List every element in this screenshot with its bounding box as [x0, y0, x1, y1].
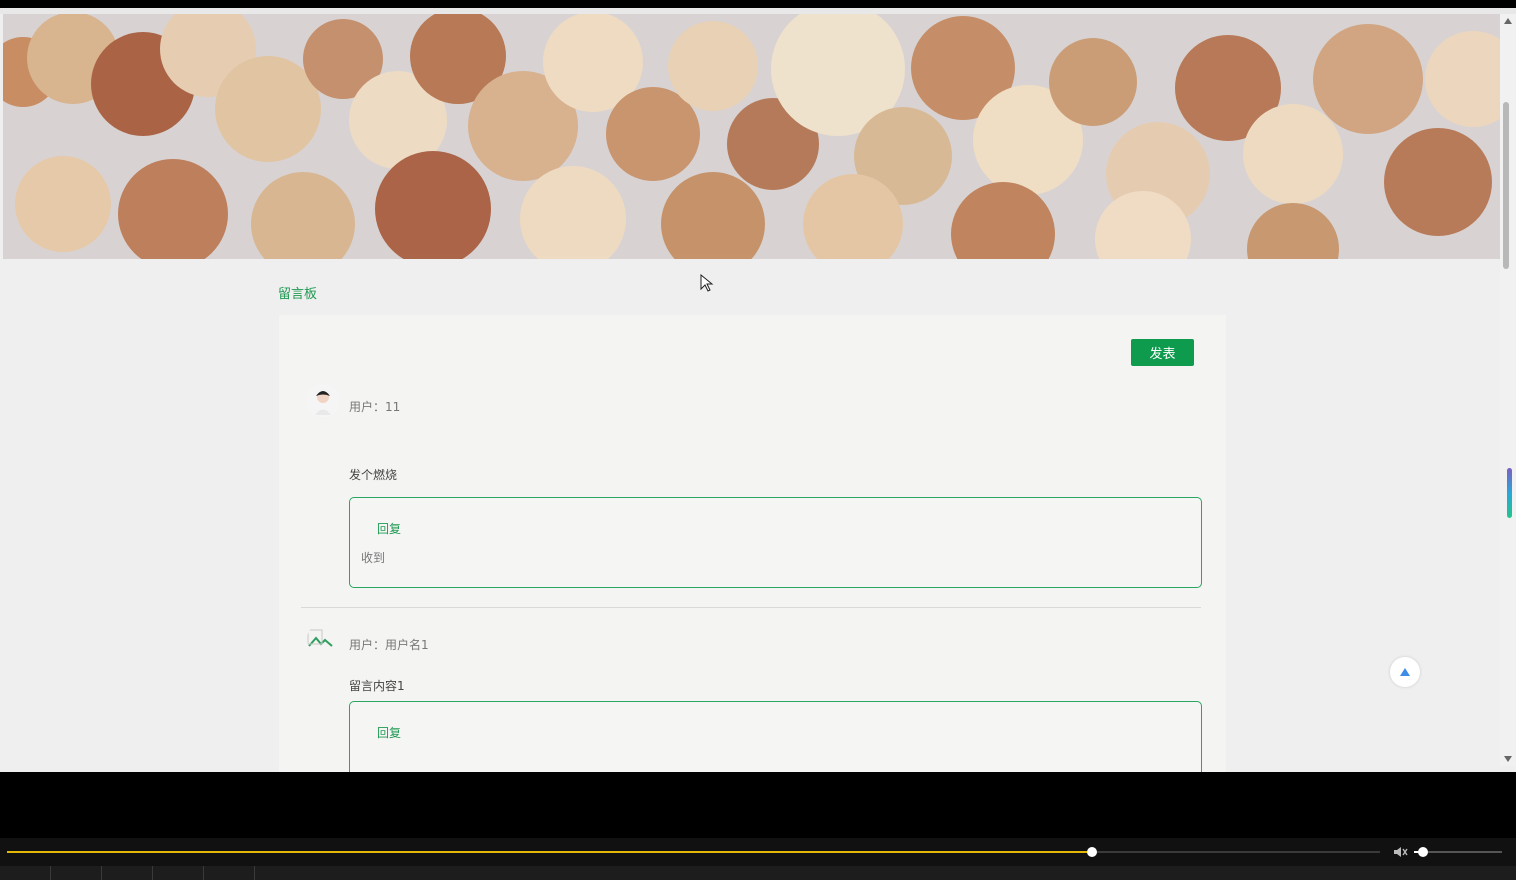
- taskbar-segment[interactable]: [203, 866, 255, 880]
- message-board-panel: 发表 用户：11 发个燃烧 回复 收到 用户：用户名1 留言内容1 回复: [279, 315, 1226, 772]
- reply-box: 回复 收到: [349, 497, 1202, 588]
- page-heading-message-board[interactable]: 留言板: [278, 283, 317, 302]
- herbal-slices-banner: [3, 14, 1500, 259]
- user-avatar-broken-image: [307, 623, 339, 655]
- message-text: 发个燃烧: [349, 468, 398, 482]
- username-label: 用户：用户名1: [349, 638, 429, 652]
- message-divider: [301, 607, 1201, 608]
- scrollbar-thumb[interactable]: [1503, 102, 1509, 269]
- video-player-controls: [0, 838, 1516, 880]
- volume-handle[interactable]: [1417, 847, 1428, 857]
- mouse-cursor-icon: [700, 273, 714, 296]
- browser-viewport: 留言板 发表 用户：11 发个燃烧 回复 收到 用户：用户名1 留言内容1 回复: [0, 8, 1516, 772]
- video-progress-track[interactable]: [7, 847, 1380, 857]
- scroll-highlight-marker: [1507, 468, 1512, 518]
- speaker-icon[interactable]: [1392, 844, 1408, 864]
- reply-text: 收到: [361, 551, 386, 565]
- taskbar-segment[interactable]: [101, 866, 153, 880]
- bottom-taskbar-strip: [0, 866, 1516, 880]
- taskbar-segment[interactable]: [152, 866, 204, 880]
- triangle-up-icon: [1400, 668, 1410, 676]
- reply-title: 回复: [377, 726, 402, 740]
- scroll-up-icon[interactable]: [1503, 16, 1513, 26]
- user-avatar: [307, 385, 339, 417]
- video-progress-fill: [7, 851, 1092, 853]
- username-label: 用户：11: [349, 400, 401, 414]
- vertical-scrollbar[interactable]: [1500, 14, 1516, 766]
- back-to-top-button[interactable]: [1390, 657, 1420, 687]
- scroll-down-icon[interactable]: [1503, 754, 1513, 764]
- reply-box: 回复: [349, 701, 1202, 772]
- reply-title: 回复: [377, 522, 402, 536]
- volume-track[interactable]: [1414, 847, 1502, 857]
- taskbar-segment[interactable]: [50, 866, 102, 880]
- video-progress-handle[interactable]: [1086, 847, 1097, 857]
- taskbar-segment[interactable]: [0, 866, 51, 880]
- message-text: 留言内容1: [349, 679, 405, 693]
- post-button[interactable]: 发表: [1131, 339, 1194, 366]
